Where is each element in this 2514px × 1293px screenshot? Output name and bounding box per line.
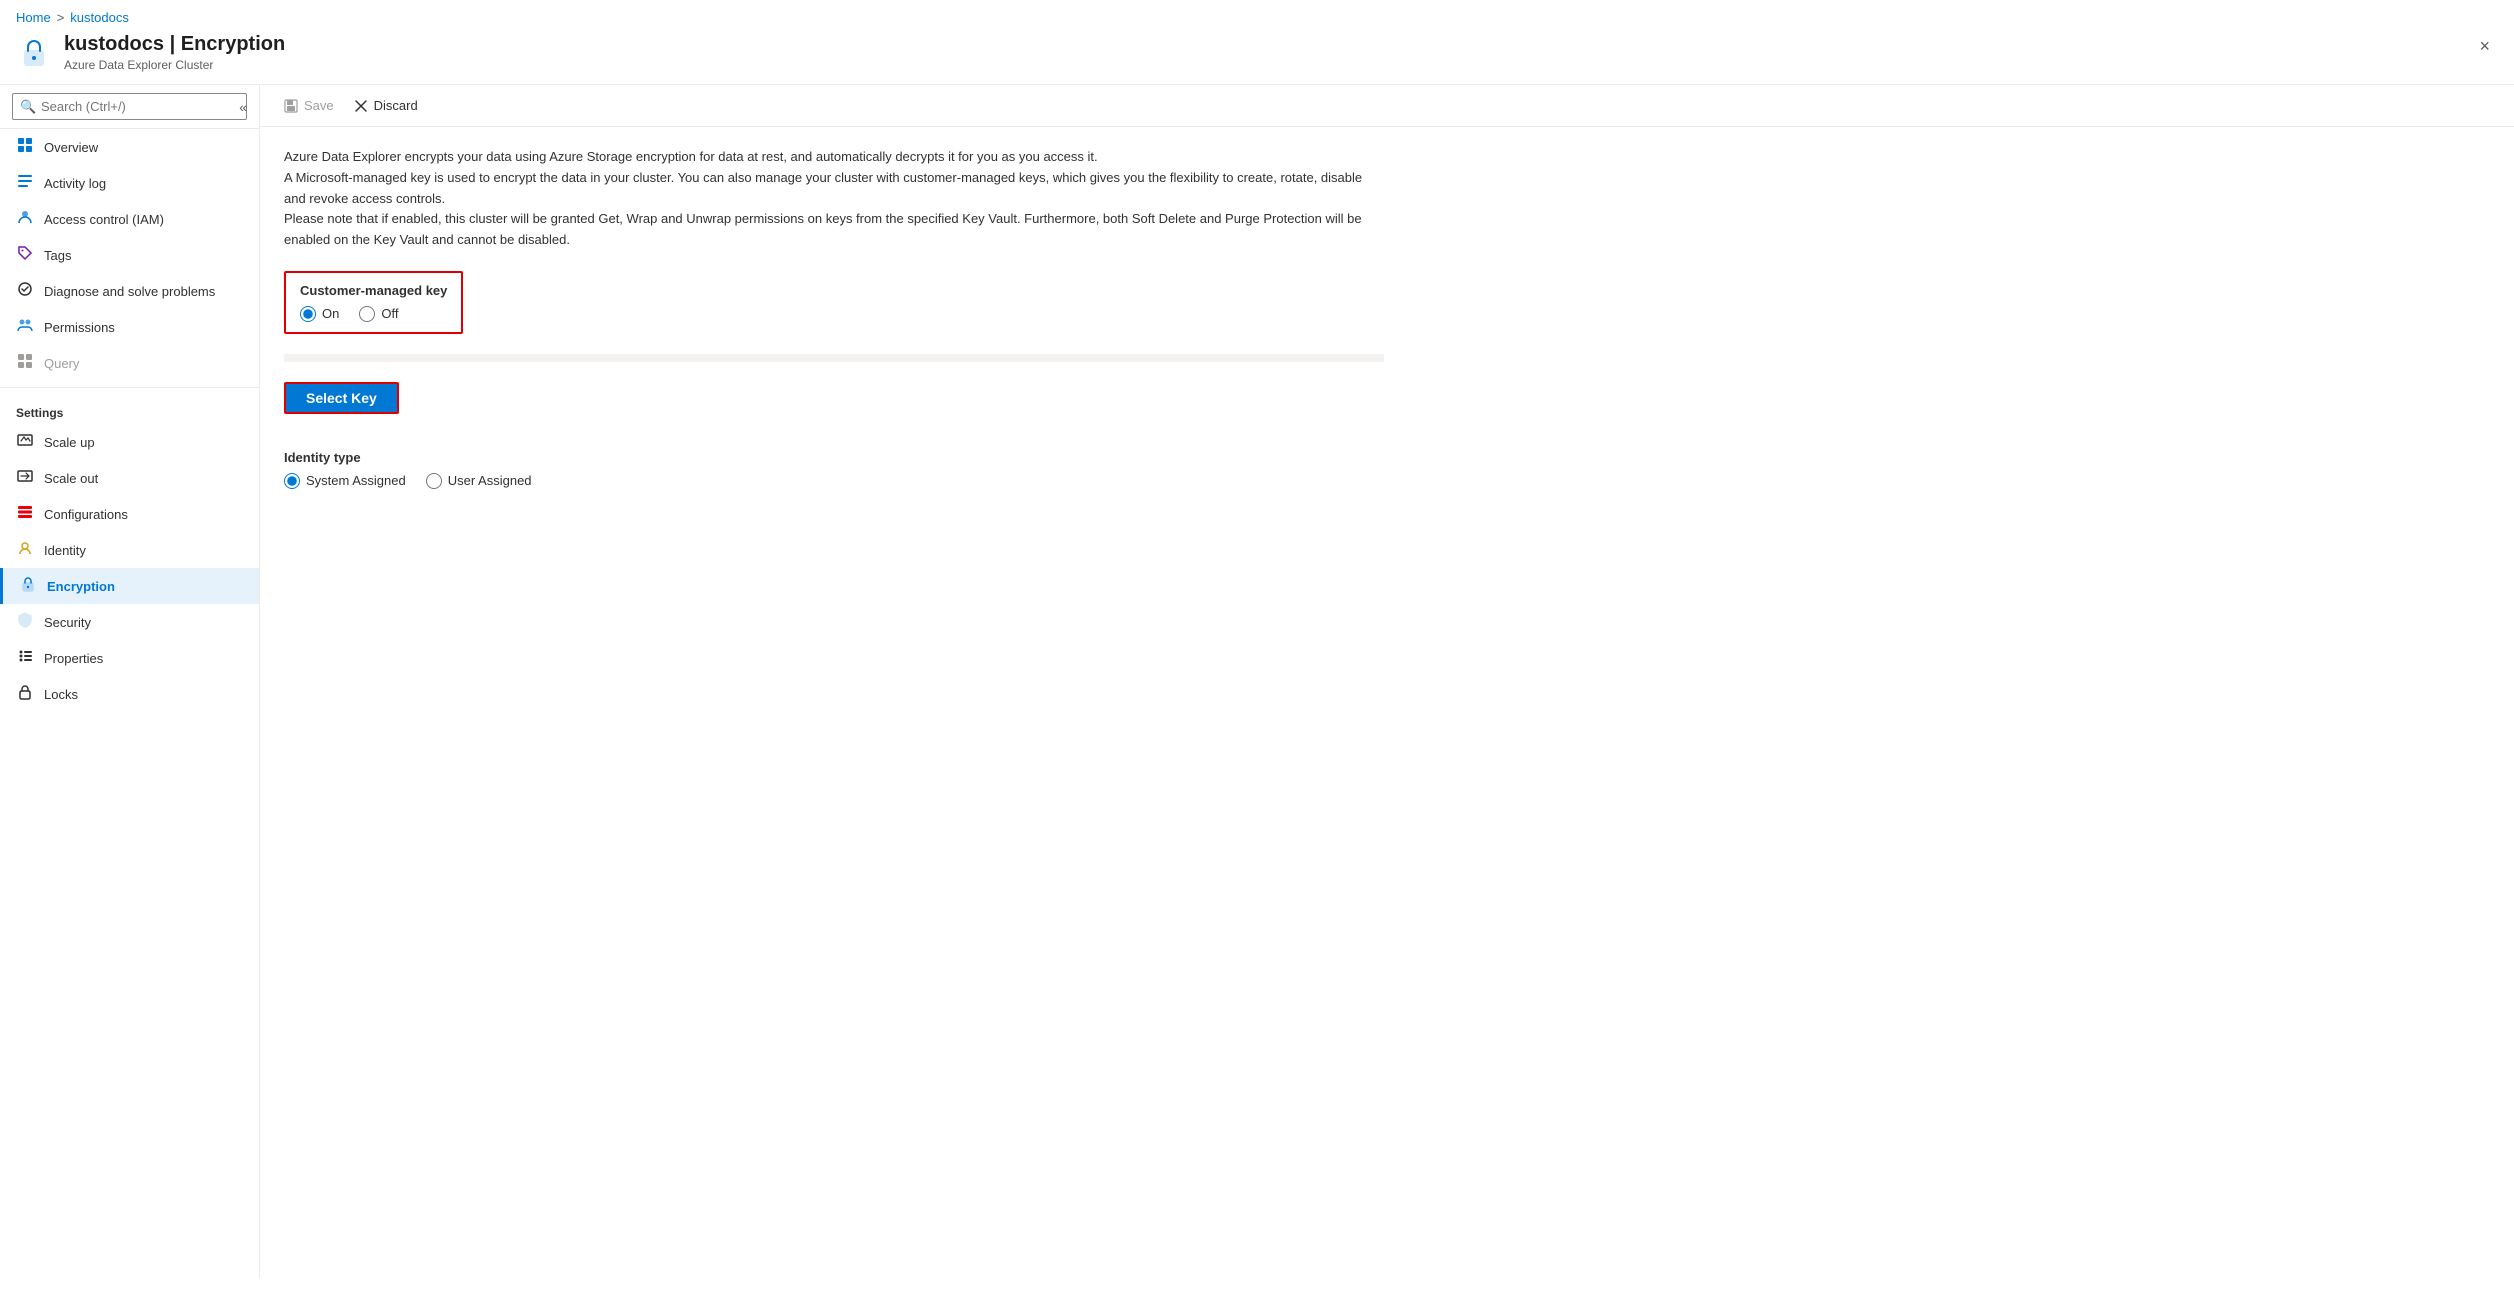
description-line3: Please note that if enabled, this cluste… (284, 209, 1384, 251)
radio-on-input[interactable] (300, 306, 316, 322)
customer-managed-key-radio-group: On Off (300, 306, 447, 322)
permissions-icon (16, 317, 34, 337)
sidebar-item-label: Encryption (47, 579, 115, 594)
sidebar-search-container: 🔍 « (0, 85, 259, 129)
sidebar-item-label: Access control (IAM) (44, 212, 164, 227)
description-text: Azure Data Explorer encrypts your data u… (284, 147, 1384, 251)
sidebar-item-access-control[interactable]: Access control (IAM) (0, 201, 259, 237)
breadcrumb-current[interactable]: kustodocs (70, 10, 129, 25)
tags-icon (16, 245, 34, 265)
discard-button[interactable]: Discard (346, 93, 426, 118)
scale-up-icon (16, 432, 34, 452)
sidebar-item-query: Query (0, 345, 259, 381)
sidebar-item-activity-log[interactable]: Activity log (0, 165, 259, 201)
sidebar-item-security[interactable]: Security (0, 604, 259, 640)
sidebar-item-locks[interactable]: Locks (0, 676, 259, 712)
properties-icon (16, 648, 34, 668)
sidebar-item-scale-up[interactable]: Scale up (0, 424, 259, 460)
sidebar-item-label: Security (44, 615, 91, 630)
sidebar-item-label: Scale out (44, 471, 98, 486)
access-control-icon (16, 209, 34, 229)
sidebar-item-label: Properties (44, 651, 103, 666)
main-layout: 🔍 « Overview Activity log (0, 85, 2514, 1278)
sidebar-item-label: Tags (44, 248, 71, 263)
close-button[interactable]: × (2471, 33, 2498, 59)
radio-on-label[interactable]: On (300, 306, 339, 322)
scale-out-icon (16, 468, 34, 488)
activity-log-icon (16, 173, 34, 193)
lock-icon (16, 35, 52, 71)
customer-managed-key-label: Customer-managed key (300, 283, 447, 298)
page-title: kustodocs | Encryption (64, 33, 285, 56)
gray-bar (284, 354, 1384, 362)
system-assigned-input[interactable] (284, 473, 300, 489)
security-icon (16, 612, 34, 632)
sidebar-item-permissions[interactable]: Permissions (0, 309, 259, 345)
sidebar: 🔍 « Overview Activity log (0, 85, 260, 1278)
user-assigned-input[interactable] (426, 473, 442, 489)
breadcrumb: Home > kustodocs (0, 0, 2514, 29)
description-line1: Azure Data Explorer encrypts your data u… (284, 147, 1384, 168)
sidebar-item-identity[interactable]: Identity (0, 532, 259, 568)
sidebar-item-diagnose[interactable]: Diagnose and solve problems (0, 273, 259, 309)
sidebar-item-label: Diagnose and solve problems (44, 284, 215, 299)
page-header: kustodocs | Encryption Azure Data Explor… (0, 29, 2514, 85)
user-assigned-text: User Assigned (448, 473, 532, 488)
page-subtitle: Azure Data Explorer Cluster (64, 58, 285, 72)
sidebar-scroll: Overview Activity log Access control (IA… (0, 129, 259, 1278)
system-assigned-text: System Assigned (306, 473, 406, 488)
radio-off-input[interactable] (359, 306, 375, 322)
radio-off-label[interactable]: Off (359, 306, 398, 322)
identity-type-label: Identity type (284, 450, 2490, 465)
diagnose-icon (16, 281, 34, 301)
save-label: Save (304, 98, 334, 113)
collapse-button[interactable]: « (235, 97, 251, 117)
settings-section-label: Settings (0, 394, 259, 424)
breadcrumb-separator: > (57, 10, 65, 25)
save-button[interactable]: Save (276, 93, 342, 118)
encryption-icon (19, 576, 37, 596)
radio-on-text: On (322, 306, 339, 321)
content-area: Save Discard Azure Data Explorer encrypt… (260, 85, 2514, 1278)
sidebar-item-label: Overview (44, 140, 98, 155)
configurations-icon (16, 504, 34, 524)
sidebar-item-scale-out[interactable]: Scale out (0, 460, 259, 496)
search-input[interactable] (12, 93, 247, 120)
page-header-left: kustodocs | Encryption Azure Data Explor… (16, 33, 285, 72)
save-icon (284, 99, 298, 113)
locks-icon (16, 684, 34, 704)
sidebar-item-label: Activity log (44, 176, 106, 191)
sidebar-item-label: Permissions (44, 320, 115, 335)
discard-label: Discard (374, 98, 418, 113)
sidebar-item-properties[interactable]: Properties (0, 640, 259, 676)
identity-icon (16, 540, 34, 560)
sidebar-item-encryption[interactable]: Encryption (0, 568, 259, 604)
customer-managed-key-section: Customer-managed key On Off (284, 271, 463, 334)
sidebar-divider (0, 387, 259, 388)
select-key-container: Select Key (284, 382, 2490, 434)
sidebar-item-overview[interactable]: Overview (0, 129, 259, 165)
user-assigned-label[interactable]: User Assigned (426, 473, 532, 489)
description-line2: A Microsoft-managed key is used to encry… (284, 168, 1384, 210)
identity-type-radio-group: System Assigned User Assigned (284, 473, 2490, 489)
query-icon (16, 353, 34, 373)
content-body: Azure Data Explorer encrypts your data u… (260, 127, 2514, 1278)
sidebar-item-label: Configurations (44, 507, 128, 522)
identity-type-section: Identity type System Assigned User Assig… (284, 450, 2490, 489)
sidebar-item-label: Locks (44, 687, 78, 702)
discard-icon (354, 99, 368, 113)
breadcrumb-home[interactable]: Home (16, 10, 51, 25)
sidebar-item-tags[interactable]: Tags (0, 237, 259, 273)
page-header-text: kustodocs | Encryption Azure Data Explor… (64, 33, 285, 72)
sidebar-item-label: Scale up (44, 435, 95, 450)
sidebar-item-label: Query (44, 356, 79, 371)
sidebar-item-configurations[interactable]: Configurations (0, 496, 259, 532)
sidebar-item-label: Identity (44, 543, 86, 558)
overview-icon (16, 137, 34, 157)
system-assigned-label[interactable]: System Assigned (284, 473, 406, 489)
select-key-button[interactable]: Select Key (284, 382, 399, 414)
toolbar: Save Discard (260, 85, 2514, 127)
radio-off-text: Off (381, 306, 398, 321)
